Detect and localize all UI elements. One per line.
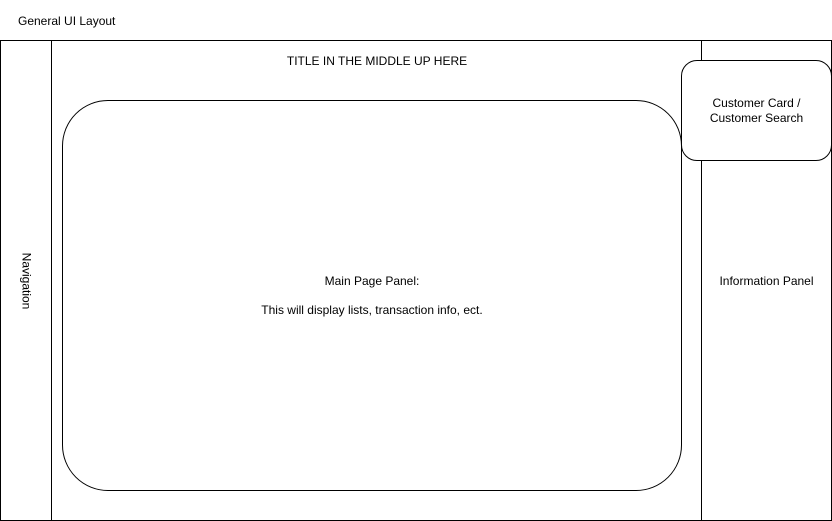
customer-card-line2: Customer Search	[709, 110, 804, 125]
customer-card-search[interactable]: Customer Card / Customer Search	[681, 60, 832, 161]
main-panel-heading: Main Page Panel:	[324, 274, 420, 288]
customer-card-line1: Customer Card /	[712, 95, 801, 110]
diagram-title: General UI Layout	[18, 14, 116, 28]
navigation-label: Navigation	[19, 252, 34, 309]
main-panel-description: This will display lists, transaction inf…	[261, 303, 483, 317]
information-panel-label: Information Panel	[719, 274, 814, 288]
main-page-panel	[62, 100, 682, 491]
page-title: TITLE IN THE MIDDLE UP HERE	[286, 54, 468, 68]
navigation-label-wrap: Navigation	[0, 40, 52, 521]
